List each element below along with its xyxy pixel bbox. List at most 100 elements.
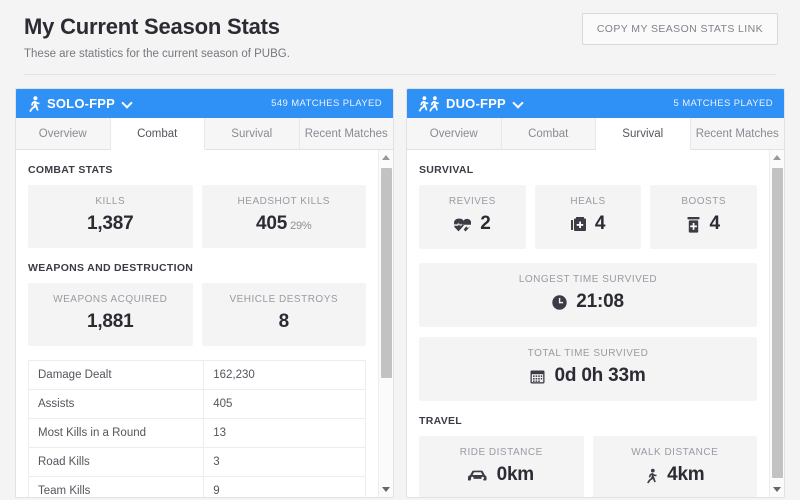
- boosts-number: 4: [709, 213, 721, 234]
- table-row: Most Kills in a Round 13: [27, 418, 366, 448]
- clock-icon: [552, 292, 572, 313]
- stat-label-heals: HEALS: [570, 196, 606, 207]
- mode-name-duo: DUO-FPP: [446, 96, 506, 111]
- stat-card-revives: REVIVES 2: [419, 185, 526, 249]
- panel-body-solo: COMBAT STATS KILLS 1,387 HEADSHOT KILLS …: [16, 150, 393, 497]
- stat-label-revives: REVIVES: [448, 196, 496, 207]
- tab-combat-duo[interactable]: Combat: [501, 118, 596, 149]
- stat-card-weapons-acquired: WEAPONS ACQUIRED 1,881: [28, 283, 193, 346]
- car-icon: [468, 465, 492, 486]
- stat-label-total-time-survived: TOTAL TIME SURVIVED: [527, 348, 649, 359]
- table-row: Damage Dealt 162,230: [27, 360, 366, 390]
- stat-value-total-time-survived: 0d 0h 33m: [425, 365, 751, 388]
- tab-recent-matches-duo[interactable]: Recent Matches: [690, 118, 784, 149]
- panel-content-solo: COMBAT STATS KILLS 1,387 HEADSHOT KILLS …: [16, 150, 378, 497]
- table-key: Most Kills in a Round: [27, 418, 205, 448]
- stat-label-vehicle-destroys: VEHICLE DESTROYS: [229, 294, 339, 305]
- heartbeat-icon: [454, 214, 476, 235]
- table-value: 3: [203, 447, 366, 477]
- walk-icon: [645, 465, 663, 486]
- section-title-combat-stats: COMBAT STATS: [28, 164, 113, 176]
- mode-selector-solo[interactable]: SOLO-FPP: [27, 95, 132, 112]
- scrollbar-thumb-solo[interactable]: [381, 168, 392, 378]
- headshot-kills-number: 405: [255, 213, 288, 234]
- tab-survival-duo[interactable]: Survival: [596, 118, 691, 150]
- scrollbar-duo[interactable]: [769, 150, 784, 497]
- stat-card-kills: KILLS 1,387: [28, 185, 193, 248]
- stat-value-weapons-acquired: 1,881: [86, 311, 134, 332]
- mode-name-solo: SOLO-FPP: [47, 96, 116, 111]
- table-value: 9: [203, 476, 366, 497]
- section-title-survival: SURVIVAL: [419, 164, 474, 176]
- stat-card-heals: HEALS 4: [534, 185, 642, 249]
- section-title-weapons-and-destruction: WEAPONS AND DESTRUCTION: [28, 262, 194, 274]
- table-value: 13: [203, 418, 366, 448]
- stat-label-walk-distance: WALK DISTANCE: [631, 447, 719, 458]
- stat-value-ride-distance: 0km: [425, 464, 578, 487]
- stat-label-ride-distance: RIDE DISTANCE: [459, 447, 543, 458]
- scrollbar-thumb-duo[interactable]: [772, 168, 783, 478]
- card-row-travel: RIDE DISTANCE 0km WALK DISTANCE 4km: [419, 436, 757, 497]
- tab-combat-solo[interactable]: Combat: [110, 118, 205, 150]
- chevron-down-icon[interactable]: [514, 99, 523, 108]
- combat-stats-table: Damage Dealt 162,230 Assists 405 Most Ki…: [27, 360, 366, 497]
- runner-icon: [27, 95, 41, 112]
- page-header: My Current Season Stats These are statis…: [14, 0, 786, 60]
- table-row: Road Kills 3: [27, 447, 366, 477]
- stat-card-total-time-survived: TOTAL TIME SURVIVED 0d 0h 33m: [419, 337, 757, 401]
- tab-survival-solo[interactable]: Survival: [205, 118, 300, 149]
- scroll-up-arrow-icon[interactable]: [379, 150, 393, 165]
- stat-value-walk-distance: 4km: [599, 464, 752, 487]
- walk-distance-number: 4km: [667, 464, 705, 485]
- table-row: Assists 405: [27, 389, 366, 419]
- stat-card-headshot-kills: HEADSHOT KILLS 405 29%: [201, 185, 366, 248]
- card-row-weapons: WEAPONS ACQUIRED 1,881 VEHICLE DESTROYS …: [28, 283, 366, 346]
- scroll-down-arrow-icon[interactable]: [770, 482, 784, 497]
- stat-card-walk-distance: WALK DISTANCE 4km: [592, 436, 757, 497]
- stat-card-vehicle-destroys: VEHICLE DESTROYS 8: [201, 283, 366, 346]
- scrollbar-solo[interactable]: [378, 150, 393, 497]
- headshot-kills-percent: 29%: [290, 220, 312, 232]
- panel-header-solo: SOLO-FPP 549 MATCHES PLAYED: [16, 89, 393, 118]
- stat-value-boosts: 4: [656, 213, 751, 236]
- stat-card-longest-time-survived: LONGEST TIME SURVIVED 21:08: [419, 263, 757, 327]
- calendar-icon: [530, 366, 550, 387]
- scrollbar-track-duo[interactable]: [770, 165, 784, 482]
- total-time-number: 0d 0h 33m: [554, 365, 646, 386]
- stat-label-longest-time-survived: LONGEST TIME SURVIVED: [518, 274, 658, 285]
- copy-season-stats-link-button[interactable]: COPY MY SEASON STATS LINK: [581, 13, 778, 45]
- stat-label-boosts: BOOSTS: [681, 196, 727, 207]
- page-subtitle: These are statistics for the current sea…: [24, 48, 290, 60]
- stat-value-vehicle-destroys: 8: [278, 311, 290, 332]
- duo-runner-icon: [418, 95, 440, 112]
- table-key: Road Kills: [27, 447, 205, 477]
- table-value: 405: [203, 389, 366, 419]
- section-title-travel: TRAVEL: [419, 415, 463, 427]
- revives-number: 2: [480, 213, 491, 234]
- panel-body-duo: SURVIVAL REVIVES 2 HEALS 4 BOOSTS 4 LONG…: [407, 150, 784, 497]
- stat-value-longest-time-survived: 21:08: [425, 291, 751, 314]
- stat-label-headshot-kills: HEADSHOT KILLS: [237, 196, 330, 207]
- heals-number: 4: [594, 213, 606, 234]
- stat-value-kills: 1,387: [86, 213, 134, 234]
- stat-card-ride-distance: RIDE DISTANCE 0km: [419, 436, 584, 497]
- matches-played-duo: 5 MATCHES PLAYED: [673, 98, 773, 109]
- tabs-solo: Overview Combat Survival Recent Matches: [16, 118, 393, 150]
- tab-recent-matches-solo[interactable]: Recent Matches: [299, 118, 393, 149]
- scroll-down-arrow-icon[interactable]: [379, 482, 393, 497]
- ride-distance-number: 0km: [496, 464, 535, 485]
- panels-container: SOLO-FPP 549 MATCHES PLAYED Overview Com…: [14, 88, 786, 498]
- scrollbar-track-solo[interactable]: [379, 165, 393, 482]
- medkit-icon: [570, 214, 591, 235]
- tab-overview-solo[interactable]: Overview: [16, 118, 111, 149]
- chevron-down-icon[interactable]: [123, 99, 132, 108]
- mode-selector-duo[interactable]: DUO-FPP: [418, 95, 523, 112]
- tab-overview-duo[interactable]: Overview: [407, 118, 502, 149]
- panel-content-duo: SURVIVAL REVIVES 2 HEALS 4 BOOSTS 4 LONG…: [407, 150, 769, 497]
- panel-header-duo: DUO-FPP 5 MATCHES PLAYED: [407, 89, 784, 118]
- stats-panel-solo: SOLO-FPP 549 MATCHES PLAYED Overview Com…: [15, 88, 394, 498]
- scroll-up-arrow-icon[interactable]: [770, 150, 784, 165]
- stat-label-kills: KILLS: [95, 196, 126, 207]
- longest-time-number: 21:08: [576, 291, 624, 312]
- table-row: Team Kills 9: [27, 476, 366, 497]
